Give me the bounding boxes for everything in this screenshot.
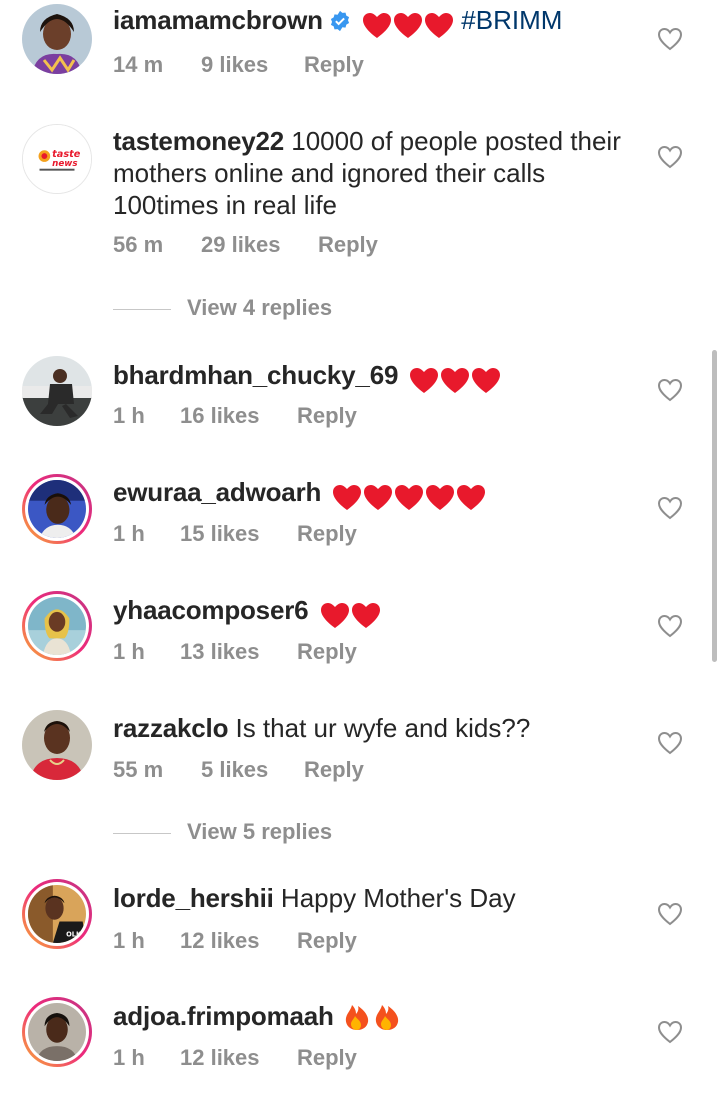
heart-outline-icon[interactable]: [657, 902, 683, 926]
comment-time: 1 h: [113, 403, 145, 428]
comment-username[interactable]: razzakclo: [113, 713, 228, 743]
hearts-emoji-icon: [362, 8, 454, 40]
comment-time: 1 h: [113, 639, 145, 664]
likes-count[interactable]: 29 likes: [201, 232, 281, 258]
reply-button[interactable]: Reply: [297, 403, 357, 429]
likes-count[interactable]: 5 likes: [201, 757, 268, 783]
likes-count[interactable]: 16 likes: [180, 403, 260, 429]
heart-outline-icon[interactable]: [657, 1020, 683, 1044]
verified-badge-icon: [329, 7, 351, 39]
hearts-emoji-icon: [332, 480, 486, 512]
avatar[interactable]: [22, 591, 92, 661]
hearts-emoji-icon: [409, 363, 501, 395]
avatar[interactable]: [22, 474, 92, 544]
comment-time: 1 h: [113, 1045, 145, 1070]
scrollbar[interactable]: [712, 350, 717, 662]
likes-count[interactable]: 12 likes: [180, 928, 260, 954]
comment-time: 56 m: [113, 232, 164, 257]
reply-button[interactable]: Reply: [297, 521, 357, 547]
reply-button[interactable]: Reply: [318, 232, 378, 258]
avatar[interactable]: [22, 4, 92, 74]
view-replies-button[interactable]: View 4 replies: [113, 295, 332, 321]
reply-button[interactable]: Reply: [304, 52, 364, 78]
heart-outline-icon[interactable]: [657, 27, 683, 51]
comment-username[interactable]: tastemoney22: [113, 126, 284, 156]
avatar[interactable]: [22, 710, 92, 780]
comment-username[interactable]: yhaacomposer6: [113, 595, 309, 625]
comment-text: Happy Mother's Day: [273, 883, 516, 913]
view-replies-label[interactable]: View 5 replies: [187, 819, 332, 844]
reply-button[interactable]: Reply: [297, 1045, 357, 1071]
svg-text:OLK: OLK: [66, 930, 82, 938]
avatar[interactable]: taste news: [22, 124, 92, 194]
reply-button[interactable]: Reply: [304, 757, 364, 783]
comment-time: 14 m: [113, 52, 164, 77]
avatar[interactable]: OLK: [22, 879, 92, 949]
comment-username[interactable]: iamamamcbrown: [113, 5, 323, 35]
hashtag-link[interactable]: #BRIMM: [461, 5, 562, 35]
view-replies-button[interactable]: View 5 replies: [113, 819, 332, 845]
fire-emoji-icon: [343, 1001, 403, 1038]
avatar[interactable]: [22, 356, 92, 426]
divider-line: [113, 832, 171, 834]
hearts-emoji-icon: [320, 598, 382, 630]
comment-time: 1 h: [113, 521, 145, 546]
comment-time: 1 h: [113, 928, 145, 953]
likes-count[interactable]: 15 likes: [180, 521, 260, 547]
reply-button[interactable]: Reply: [297, 639, 357, 665]
comment-username[interactable]: lorde_hershii: [113, 883, 274, 913]
comment-username[interactable]: bhardmhan_chucky_69: [113, 360, 398, 390]
comment-time: 55 m: [113, 757, 164, 782]
comment-username[interactable]: adjoa.frimpomaah: [113, 1001, 334, 1031]
heart-outline-icon[interactable]: [657, 145, 683, 169]
avatar[interactable]: [22, 997, 92, 1067]
heart-outline-icon[interactable]: [657, 614, 683, 638]
heart-outline-icon[interactable]: [657, 378, 683, 402]
likes-count[interactable]: 9 likes: [201, 52, 268, 78]
view-replies-label[interactable]: View 4 replies: [187, 295, 332, 320]
heart-outline-icon[interactable]: [657, 496, 683, 520]
reply-button[interactable]: Reply: [297, 928, 357, 954]
divider-line: [113, 308, 171, 310]
likes-count[interactable]: 13 likes: [180, 639, 260, 665]
heart-outline-icon[interactable]: [657, 731, 683, 755]
svg-text:news: news: [52, 159, 77, 169]
comment-text: Is that ur wyfe and kids??: [228, 713, 531, 743]
comment-username[interactable]: ewuraa_adwoarh: [113, 477, 321, 507]
likes-count[interactable]: 12 likes: [180, 1045, 260, 1071]
